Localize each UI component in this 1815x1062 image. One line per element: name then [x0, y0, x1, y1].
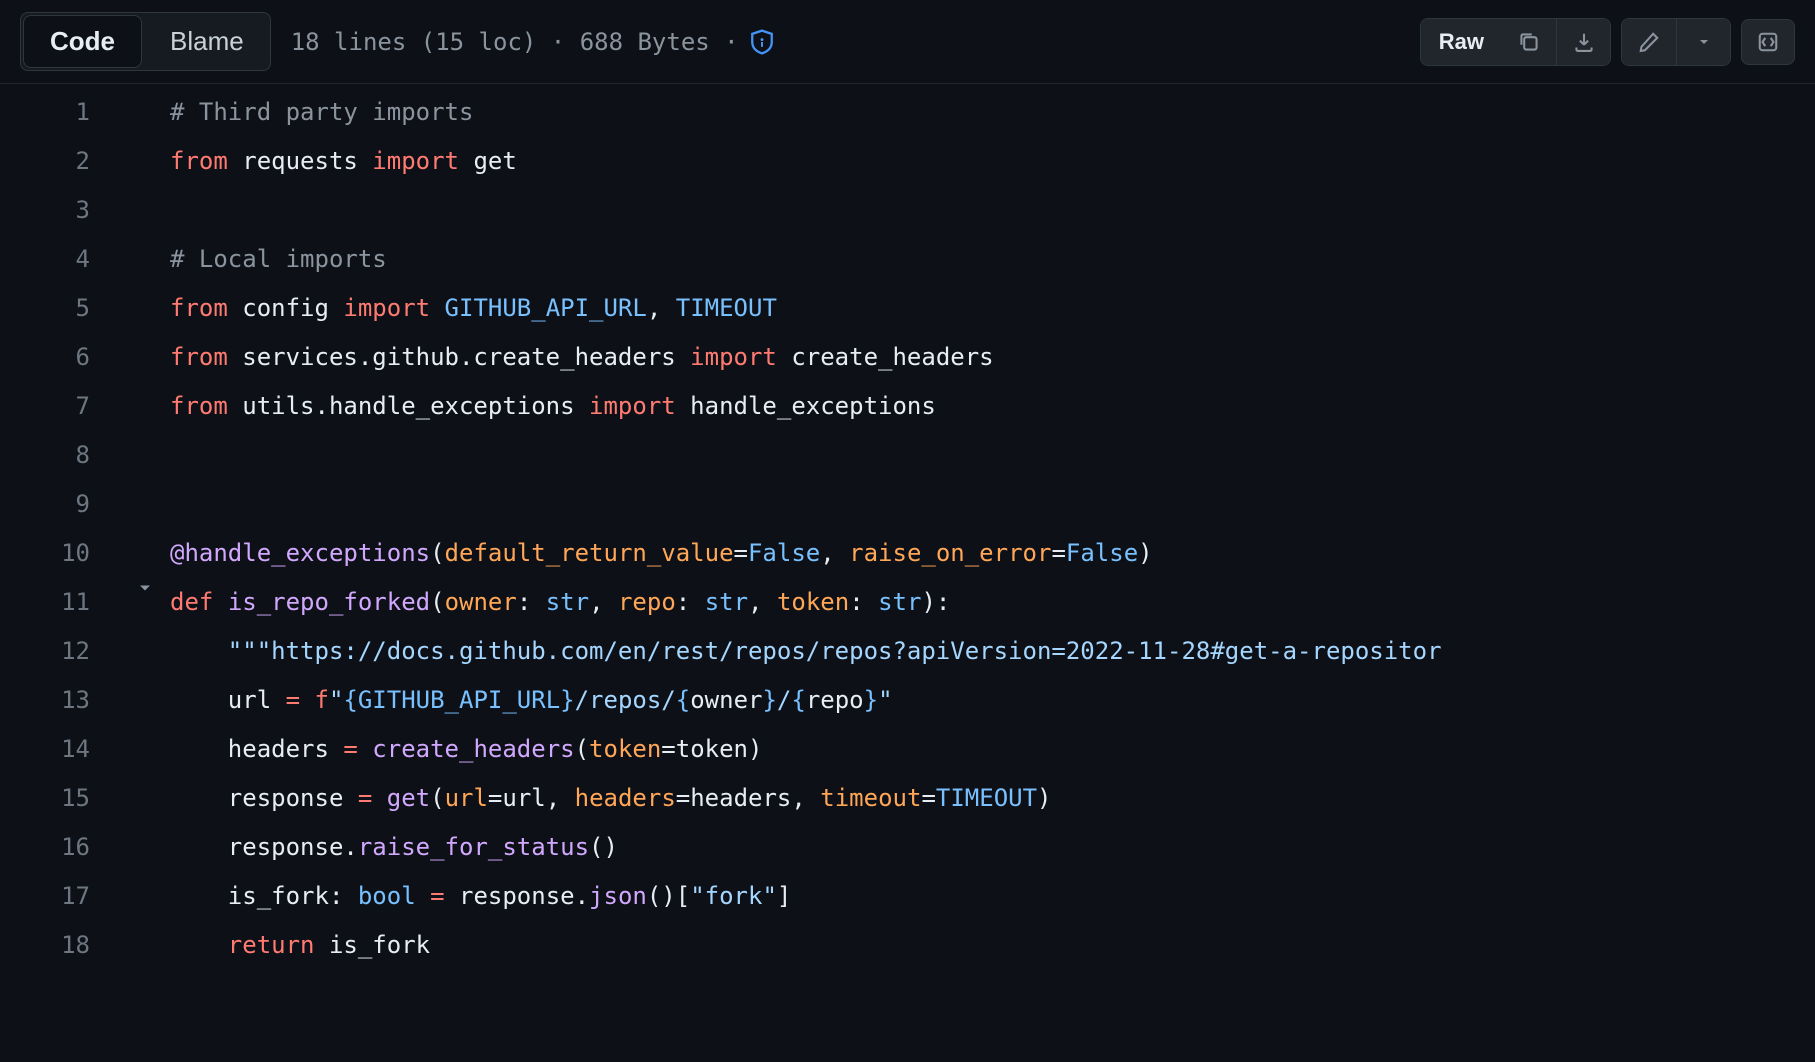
code-content[interactable]: response.raise_for_status() [170, 823, 1815, 872]
code-content[interactable]: """https://docs.github.com/en/rest/repos… [170, 627, 1815, 676]
code-line: 7 from utils.handle_exceptions import han… [0, 382, 1815, 431]
code-content[interactable]: is_fork: bool = response.json()["fork"] [170, 872, 1815, 921]
code-line: 5 from config import GITHUB_API_URL, TIME… [0, 284, 1815, 333]
edit-button[interactable] [1622, 19, 1676, 65]
line-number[interactable]: 11 [0, 578, 120, 627]
copy-icon [1518, 31, 1540, 53]
tab-blame[interactable]: Blame [144, 13, 270, 70]
symbols-icon [1757, 31, 1779, 53]
line-number[interactable]: 14 [0, 725, 120, 774]
chevron-down-icon [1696, 34, 1712, 50]
code-line: 6 from services.github.create_headers imp… [0, 333, 1815, 382]
code-content[interactable]: from utils.handle_exceptions import hand… [170, 382, 1815, 431]
code-content[interactable]: @handle_exceptions(default_return_value=… [170, 529, 1815, 578]
code-line: 2 from requests import get [0, 137, 1815, 186]
line-number[interactable]: 2 [0, 137, 120, 186]
code-line: 11 def is_repo_forked(owner: str, repo: s… [0, 578, 1815, 627]
code-line: 3 [0, 186, 1815, 235]
pencil-icon [1638, 31, 1660, 53]
line-number[interactable]: 5 [0, 284, 120, 333]
code-line: 8 [0, 431, 1815, 480]
line-number[interactable]: 3 [0, 186, 120, 235]
raw-button[interactable]: Raw [1421, 19, 1502, 65]
shield-icon[interactable] [749, 29, 775, 55]
line-number[interactable]: 18 [0, 921, 120, 970]
code-line: 4 # Local imports [0, 235, 1815, 284]
line-number[interactable]: 9 [0, 480, 120, 529]
line-number[interactable]: 12 [0, 627, 120, 676]
symbols-button[interactable] [1741, 19, 1795, 65]
code-content[interactable]: return is_fork [170, 921, 1815, 970]
line-number[interactable]: 6 [0, 333, 120, 382]
code-line: 10 @handle_exceptions(default_return_valu… [0, 529, 1815, 578]
code-content[interactable]: from config import GITHUB_API_URL, TIMEO… [170, 284, 1815, 333]
code-line: 17 is_fork: bool = response.json()["fork… [0, 872, 1815, 921]
line-number[interactable]: 1 [0, 88, 120, 137]
line-number[interactable]: 8 [0, 431, 120, 480]
download-button[interactable] [1556, 19, 1610, 65]
file-toolbar: Code Blame 18 lines (15 loc) · 688 Bytes… [0, 0, 1815, 84]
edit-dropdown-button[interactable] [1676, 19, 1730, 65]
line-number[interactable]: 7 [0, 382, 120, 431]
code-content[interactable]: # Third party imports [170, 88, 1815, 137]
code-line: 13 url = f"{GITHUB_API_URL}/repos/{owner… [0, 676, 1815, 725]
raw-group: Raw [1420, 18, 1611, 66]
line-number[interactable]: 10 [0, 529, 120, 578]
code-line: 16 response.raise_for_status() [0, 823, 1815, 872]
code-line: 18 return is_fork [0, 921, 1815, 970]
toolbar-left: Code Blame 18 lines (15 loc) · 688 Bytes… [20, 12, 775, 71]
tab-code[interactable]: Code [23, 15, 142, 68]
code-content[interactable]: headers = create_headers(token=token) [170, 725, 1815, 774]
fold-toggle[interactable] [120, 578, 170, 598]
code-area[interactable]: 1 # Third party imports 2 from requests imp… [0, 84, 1815, 970]
edit-group [1621, 18, 1731, 66]
line-number[interactable]: 15 [0, 774, 120, 823]
code-line: 9 [0, 480, 1815, 529]
code-line: 1 # Third party imports [0, 88, 1815, 137]
view-switcher: Code Blame [20, 12, 271, 71]
line-number[interactable]: 16 [0, 823, 120, 872]
code-content[interactable]: from requests import get [170, 137, 1815, 186]
code-content[interactable]: from services.github.create_headers impo… [170, 333, 1815, 382]
line-number[interactable]: 17 [0, 872, 120, 921]
toolbar-right: Raw [1420, 18, 1795, 66]
line-number[interactable]: 13 [0, 676, 120, 725]
code-line: 12 """https://docs.github.com/en/rest/re… [0, 627, 1815, 676]
code-content[interactable]: response = get(url=url, headers=headers,… [170, 774, 1815, 823]
code-line: 14 headers = create_headers(token=token) [0, 725, 1815, 774]
line-number[interactable]: 4 [0, 235, 120, 284]
code-content[interactable]: # Local imports [170, 235, 1815, 284]
download-icon [1573, 31, 1595, 53]
code-content[interactable]: url = f"{GITHUB_API_URL}/repos/{owner}/{… [170, 676, 1815, 725]
copy-button[interactable] [1502, 19, 1556, 65]
code-line: 15 response = get(url=url, headers=heade… [0, 774, 1815, 823]
code-content[interactable]: def is_repo_forked(owner: str, repo: str… [170, 578, 1815, 627]
file-info-text: 18 lines (15 loc) · 688 Bytes · [291, 28, 739, 56]
file-info: 18 lines (15 loc) · 688 Bytes · [291, 28, 775, 56]
